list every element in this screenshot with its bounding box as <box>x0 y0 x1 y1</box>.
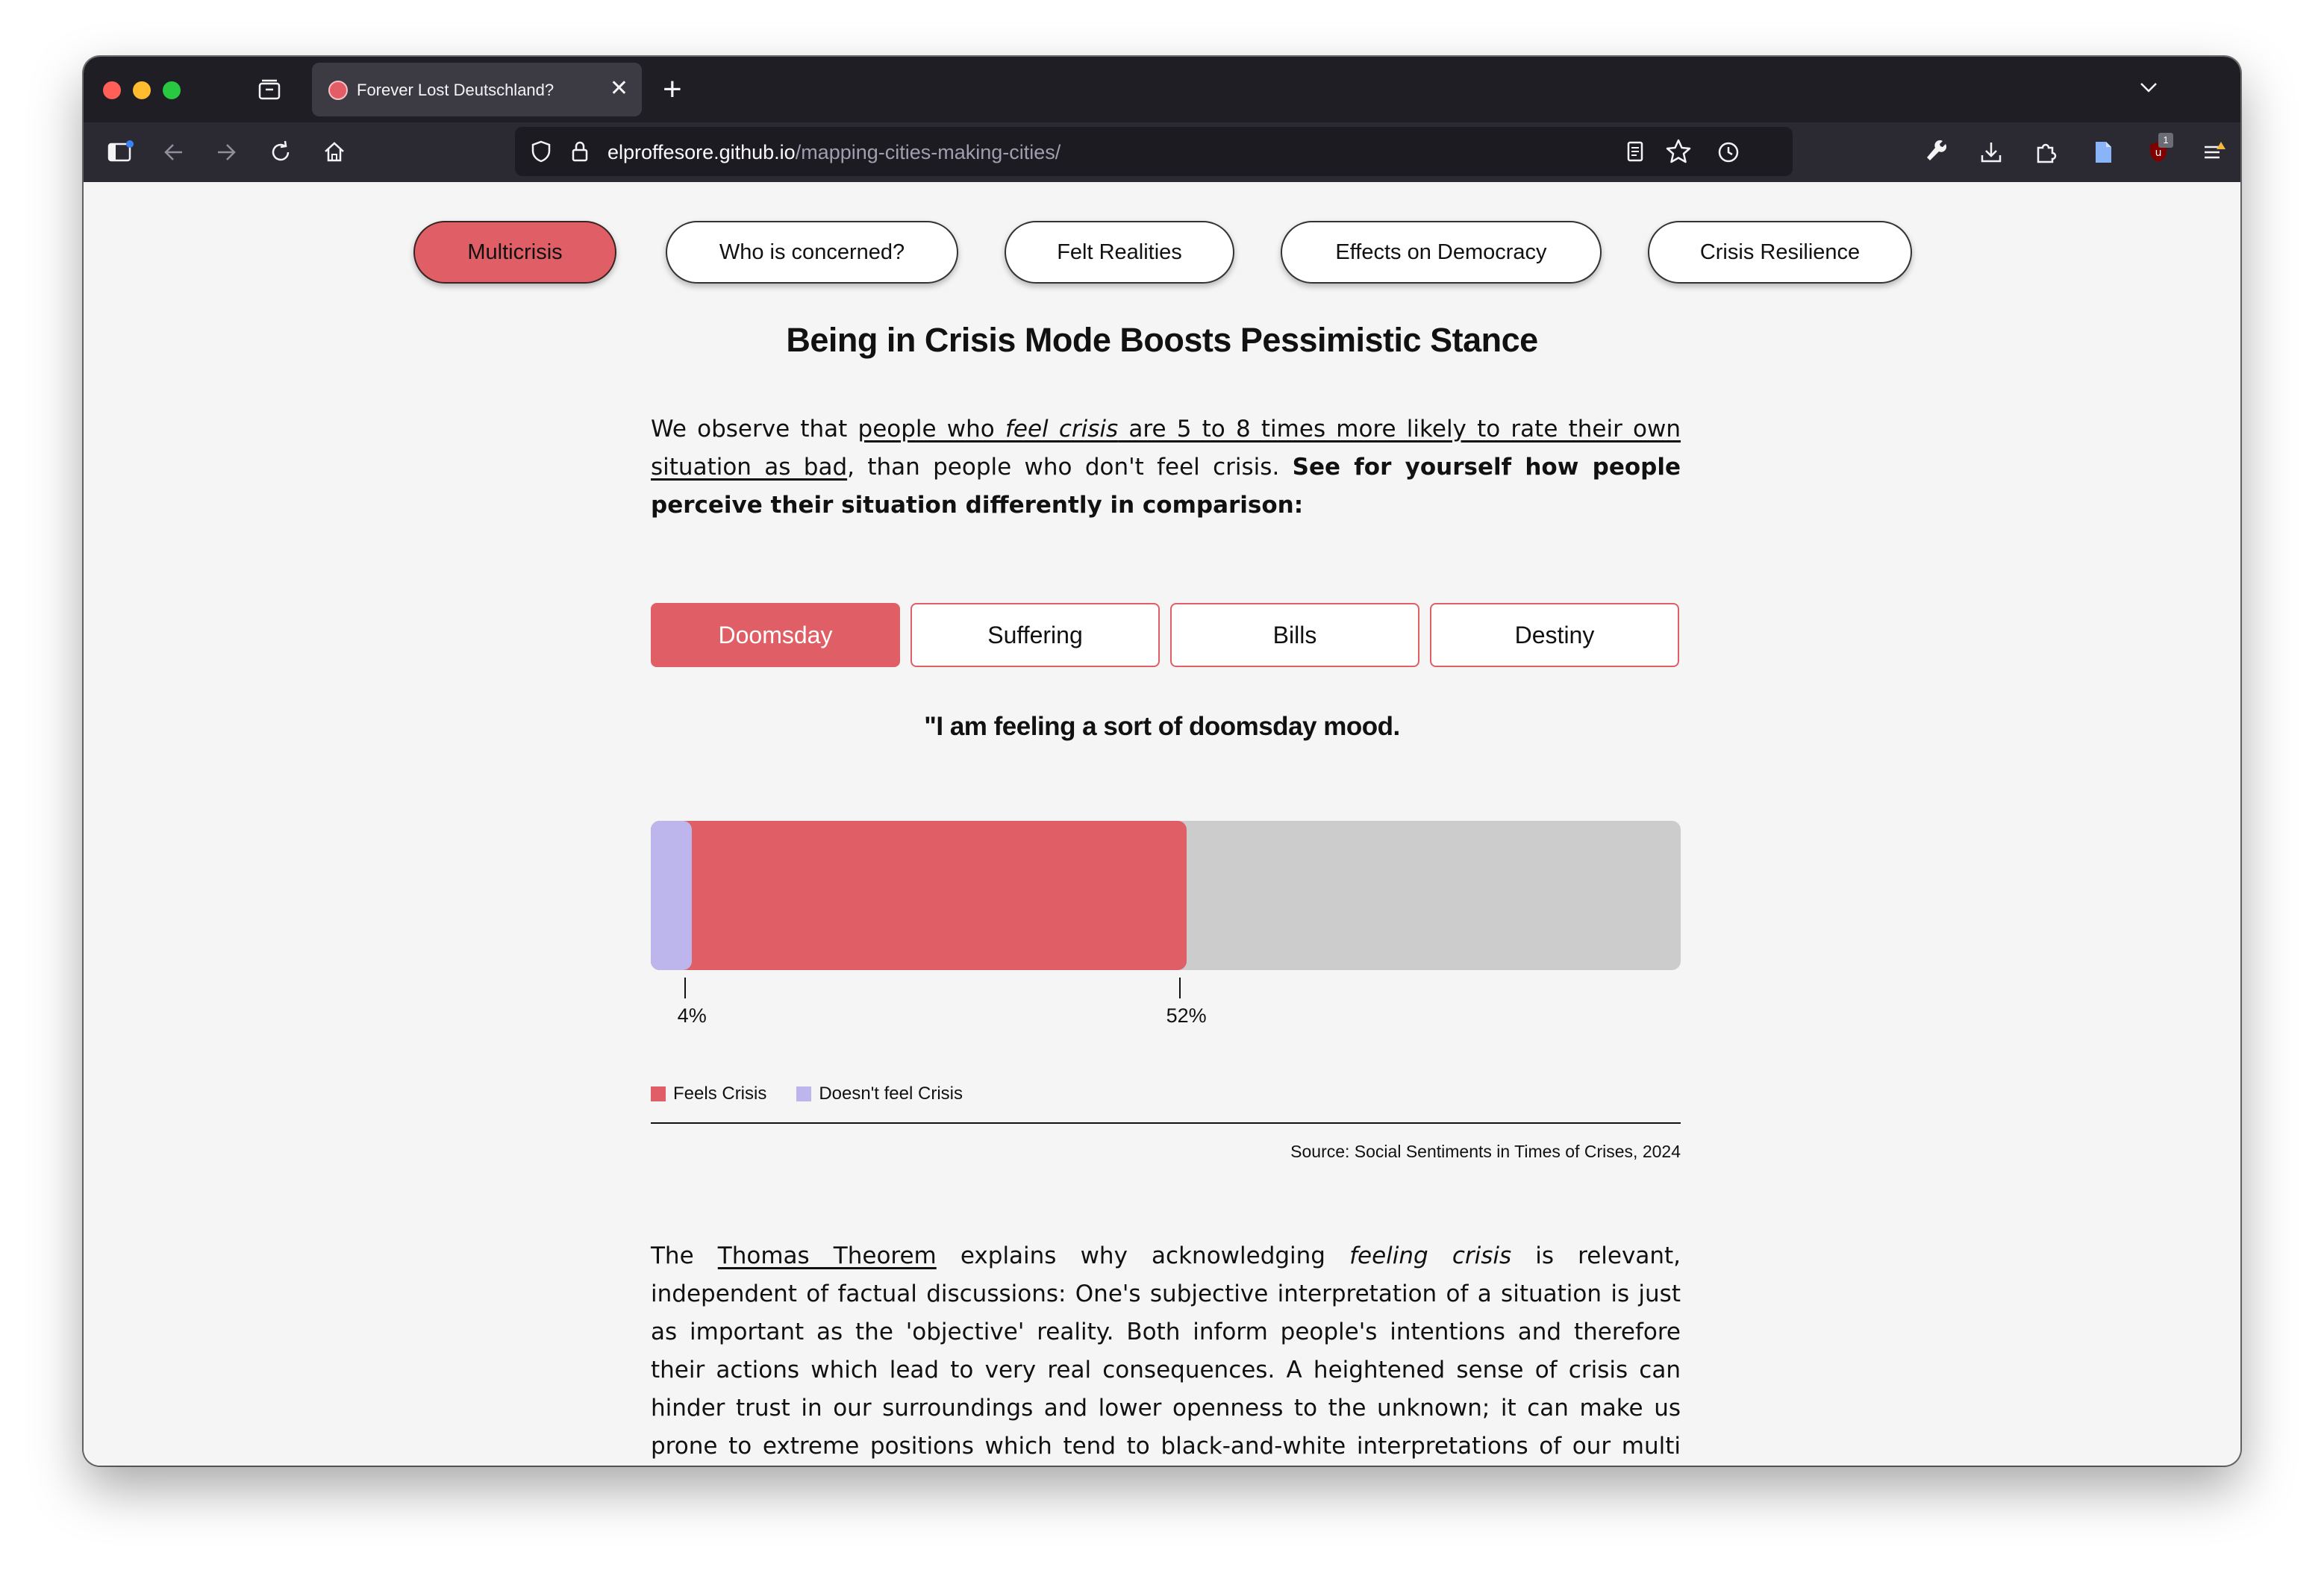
segment-bills[interactable]: Bills <box>1170 603 1419 667</box>
sidebar-icon[interactable] <box>104 137 134 167</box>
chart-legend: Feels Crisis Doesn't feel Crisis <box>651 1084 963 1104</box>
chevron-down-icon[interactable] <box>2137 76 2160 98</box>
close-tab-icon[interactable]: ✕ <box>610 78 628 100</box>
outro-paragraph: The Thomas Theorem explains why acknowle… <box>651 1237 1681 1466</box>
new-tab-icon[interactable]: + <box>663 67 682 112</box>
nav-effects-on-democracy[interactable]: Effects on Democracy <box>1281 221 1602 284</box>
label-feels-crisis: 52% <box>1166 1004 1207 1027</box>
address-bar[interactable]: elproffesore.github.io/mapping-cities-ma… <box>515 127 1793 176</box>
url-text[interactable]: elproffesore.github.io/mapping-cities-ma… <box>607 141 1061 164</box>
thomas-theorem-link[interactable]: Thomas Theorem <box>718 1242 937 1269</box>
zoom-window-button[interactable] <box>163 81 181 99</box>
legend-swatch-feels-crisis <box>651 1086 666 1101</box>
bookmark-star-icon[interactable] <box>1664 137 1693 166</box>
shield-icon[interactable] <box>528 139 554 164</box>
tab-title: Forever Lost Deutschland? <box>357 81 555 99</box>
outro-text-1: The <box>651 1242 718 1269</box>
back-arrow-icon[interactable] <box>158 137 188 167</box>
label-doesnt-feel-crisis: 4% <box>677 1004 707 1027</box>
nav-who-is-concerned[interactable]: Who is concerned? <box>666 221 958 284</box>
history-clock-icon[interactable] <box>1714 137 1743 167</box>
extension-count-badge: 1 <box>2158 133 2173 148</box>
tab-bar: Forever Lost Deutschland? ✕ + <box>84 57 2240 122</box>
bar-doesnt-feel-crisis <box>651 821 693 970</box>
chart-source: Source: Social Sentiments in Times of Cr… <box>1290 1142 1681 1161</box>
outro-emphasis: feeling crisis <box>1349 1242 1512 1269</box>
legend-swatch-doesnt-feel-crisis <box>796 1086 812 1101</box>
bar-feels-crisis <box>651 821 1187 970</box>
menu-hamburger-icon[interactable] <box>2199 137 2228 167</box>
page-content: Multicrisis Who is concerned? Felt Reali… <box>84 182 2240 1466</box>
nav-felt-realities[interactable]: Felt Realities <box>1005 221 1234 284</box>
legend-doesnt-feel-crisis: Doesn't feel Crisis <box>796 1084 963 1104</box>
reload-icon[interactable] <box>266 137 296 167</box>
intro-paragraph: We observe that people who feel crisis a… <box>651 410 1681 525</box>
forward-arrow-icon[interactable] <box>212 137 242 167</box>
site-favicon-icon <box>328 81 348 100</box>
browser-window: Forever Lost Deutschland? ✕ + elproffeso… <box>84 57 2240 1466</box>
url-domain: elproffesore.github.io <box>607 141 796 163</box>
legend-label-doesnt-feel-crisis: Doesn't feel Crisis <box>819 1084 963 1104</box>
navigation-toolbar: elproffesore.github.io/mapping-cities-ma… <box>84 122 2240 182</box>
intro-text-1: We observe that <box>651 416 858 443</box>
lock-icon[interactable] <box>567 139 593 164</box>
outro-text-2: explains why acknowledging <box>936 1242 1350 1269</box>
intro-emphasis: feel crisis <box>1005 416 1119 443</box>
url-path: /mapping-cities-making-cities/ <box>795 141 1061 163</box>
outro-text-3: is relevant, independent of factual disc… <box>651 1242 1681 1460</box>
minimize-window-button[interactable] <box>133 81 151 99</box>
browser-tab[interactable]: Forever Lost Deutschland? ✕ <box>312 63 642 116</box>
tick-feels-crisis <box>1178 978 1181 998</box>
intro-underline-1: people who <box>858 416 1005 443</box>
chart-title: "I am feeling a sort of doomsday mood. <box>924 712 1400 741</box>
tab-overview-icon[interactable] <box>257 78 282 103</box>
source-divider <box>651 1122 1681 1124</box>
chart-bar-track <box>651 821 1681 970</box>
wrench-icon[interactable] <box>1922 137 1952 167</box>
svg-text:u: u <box>2155 147 2162 159</box>
segment-destiny[interactable]: Destiny <box>1430 603 1679 667</box>
segment-doomsday[interactable]: Doomsday <box>651 603 900 667</box>
close-window-button[interactable] <box>103 81 121 99</box>
nav-crisis-resilience[interactable]: Crisis Resilience <box>1648 221 1912 284</box>
intro-text-2: , than people who don't feel crisis. <box>847 454 1293 481</box>
legend-feels-crisis: Feels Crisis <box>651 1084 766 1104</box>
segment-suffering[interactable]: Suffering <box>910 603 1160 667</box>
extensions-puzzle-icon[interactable] <box>2031 137 2061 167</box>
document-icon[interactable] <box>2088 137 2118 167</box>
reader-view-icon[interactable] <box>1622 139 1648 164</box>
nav-multicrisis[interactable]: Multicrisis <box>413 221 616 284</box>
page-title: Being in Crisis Mode Boosts Pessimistic … <box>786 321 1538 359</box>
home-icon[interactable] <box>319 137 349 167</box>
legend-label-feels-crisis: Feels Crisis <box>673 1084 767 1104</box>
download-icon[interactable] <box>1976 137 2006 167</box>
tick-doesnt-feel-crisis <box>684 978 687 998</box>
